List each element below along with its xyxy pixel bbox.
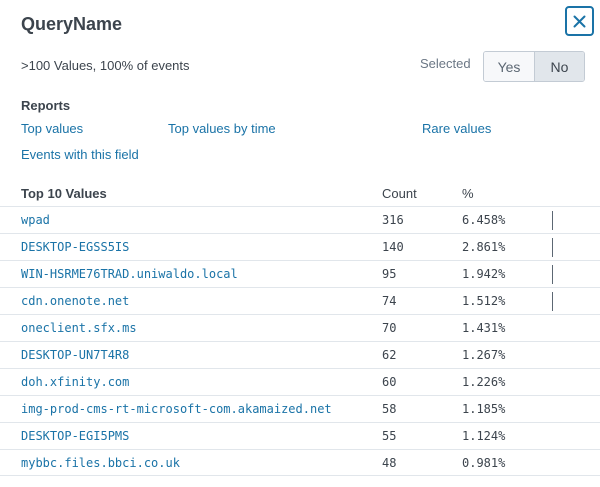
row-percent: 1.226%: [462, 375, 506, 389]
table-row: DESKTOP-EGI5PMS 55 1.124%: [0, 422, 600, 449]
row-value-link[interactable]: WIN-HSRME76TRAD.uniwaldo.local: [21, 267, 238, 281]
row-value-link[interactable]: cdn.onenote.net: [21, 294, 129, 308]
row-count: 95: [382, 267, 397, 281]
row-percent: 0.981%: [462, 456, 506, 470]
row-percent-bar-fill: [552, 292, 553, 311]
selected-yes-button[interactable]: Yes: [484, 52, 534, 81]
row-percent-bar: [552, 265, 592, 284]
row-count: 60: [382, 375, 397, 389]
row-count: 316: [382, 213, 404, 227]
close-icon: [573, 15, 586, 27]
table-row: DESKTOP-EGSS5IS 140 2.861%: [0, 233, 600, 260]
row-value-link[interactable]: wpad: [21, 213, 50, 227]
row-value-link[interactable]: oneclient.sfx.ms: [21, 321, 137, 335]
count-column-header: Count: [382, 186, 417, 201]
row-percent: 1.124%: [462, 429, 506, 443]
row-value-link[interactable]: DESKTOP-EGSS5IS: [21, 240, 129, 254]
field-summary-text: >100 Values, 100% of events: [21, 58, 190, 73]
table-row: img-prod-cms-rt-microsoft-com.akamaized.…: [0, 395, 600, 422]
top-values-heading: Top 10 Values: [21, 186, 107, 201]
events-with-field-link[interactable]: Events with this field: [21, 147, 139, 162]
top-values-by-time-link[interactable]: Top values by time: [168, 121, 276, 136]
row-value-link[interactable]: mybbc.files.bbci.co.uk: [21, 456, 180, 470]
row-percent-bar-fill: [552, 211, 553, 230]
row-percent-bar: [552, 238, 592, 257]
row-percent: 1.431%: [462, 321, 506, 335]
top-values-table: wpad 316 6.458% DESKTOP-EGSS5IS 140 2.861% WIN…: [0, 206, 600, 476]
selected-no-button[interactable]: No: [534, 52, 584, 81]
top-values-link[interactable]: Top values: [21, 121, 83, 136]
percent-column-header: %: [462, 186, 474, 201]
row-count: 70: [382, 321, 397, 335]
selected-toggle: Yes No: [483, 51, 585, 82]
row-percent: 2.861%: [462, 240, 506, 254]
row-percent: 1.942%: [462, 267, 506, 281]
field-summary-panel: QueryName >100 Values, 100% of events Se…: [0, 0, 600, 487]
row-count: 48: [382, 456, 397, 470]
table-row: cdn.onenote.net 74 1.512%: [0, 287, 600, 314]
row-count: 58: [382, 402, 397, 416]
table-row: mybbc.files.bbci.co.uk 48 0.981%: [0, 449, 600, 476]
table-row: DESKTOP-UN7T4R8 62 1.267%: [0, 341, 600, 368]
row-value-link[interactable]: doh.xfinity.com: [21, 375, 129, 389]
reports-heading: Reports: [21, 98, 71, 113]
table-row: oneclient.sfx.ms 70 1.431%: [0, 314, 600, 341]
row-value-link[interactable]: DESKTOP-UN7T4R8: [21, 348, 129, 362]
row-percent-bar-fill: [552, 238, 553, 257]
table-row: wpad 316 6.458%: [0, 206, 600, 233]
table-row: doh.xfinity.com 60 1.226%: [0, 368, 600, 395]
row-count: 62: [382, 348, 397, 362]
row-percent: 1.185%: [462, 402, 506, 416]
selected-label: Selected: [420, 56, 471, 71]
row-value-link[interactable]: img-prod-cms-rt-microsoft-com.akamaized.…: [21, 402, 332, 416]
row-count: 140: [382, 240, 404, 254]
row-count: 74: [382, 294, 397, 308]
row-percent: 1.267%: [462, 348, 506, 362]
field-title: QueryName: [21, 14, 123, 34]
table-row: WIN-HSRME76TRAD.uniwaldo.local 95 1.942%: [0, 260, 600, 287]
row-percent: 6.458%: [462, 213, 506, 227]
row-percent-bar: [552, 211, 592, 230]
rare-values-link[interactable]: Rare values: [422, 121, 491, 136]
row-percent-bar: [552, 292, 592, 311]
row-count: 55: [382, 429, 397, 443]
close-button[interactable]: [565, 6, 594, 36]
row-value-link[interactable]: DESKTOP-EGI5PMS: [21, 429, 129, 443]
row-percent-bar-fill: [552, 265, 553, 284]
row-percent: 1.512%: [462, 294, 506, 308]
